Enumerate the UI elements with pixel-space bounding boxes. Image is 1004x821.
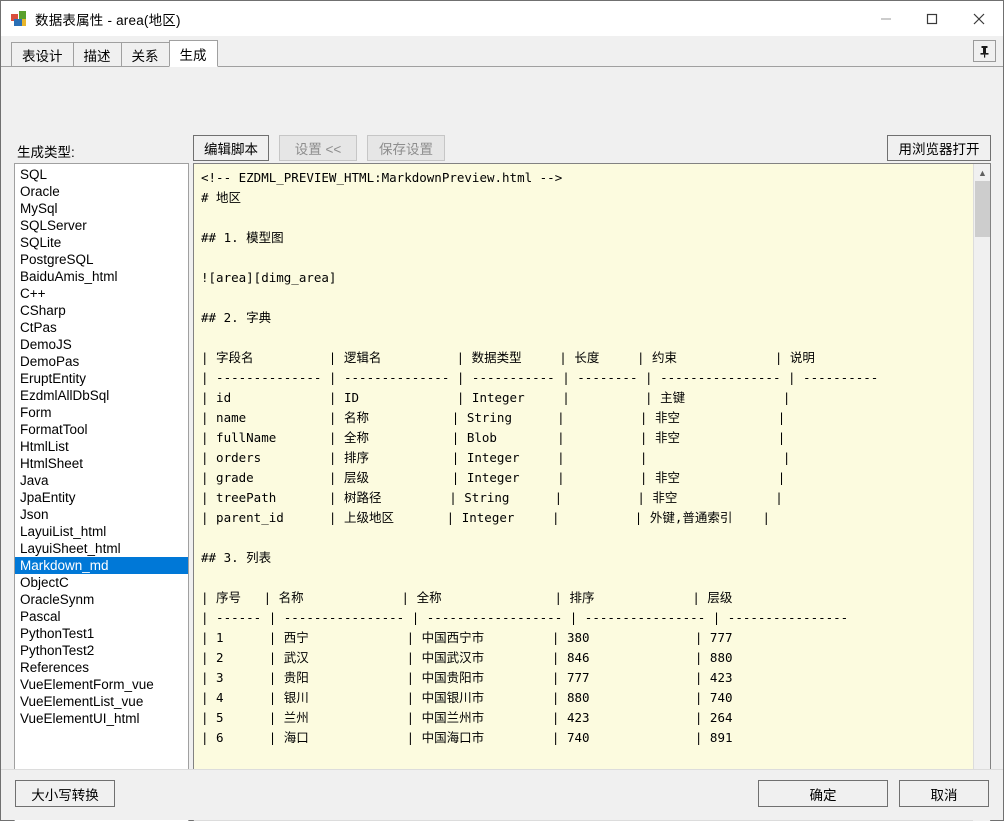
list-item[interactable]: DemoPas: [15, 353, 188, 370]
list-item[interactable]: Markdown_md: [15, 557, 188, 574]
editor-content[interactable]: <!-- EZDML_PREVIEW_HTML:MarkdownPreview.…: [194, 164, 878, 821]
list-item[interactable]: Pascal: [15, 608, 188, 625]
list-item[interactable]: PythonTest1: [15, 625, 188, 642]
list-item[interactable]: VueElementForm_vue: [15, 676, 188, 693]
list-item[interactable]: HtmlList: [15, 438, 188, 455]
generate-type-label: 生成类型:: [17, 145, 75, 160]
list-item[interactable]: HtmlSheet: [15, 455, 188, 472]
list-item[interactable]: SQLServer: [15, 217, 188, 234]
tab-label: 关系: [131, 48, 159, 64]
pin-icon[interactable]: [973, 40, 996, 62]
tab-label: 表设计: [22, 48, 63, 64]
list-item[interactable]: VueElementUI_html: [15, 710, 188, 727]
list-item[interactable]: References: [15, 659, 188, 676]
list-item[interactable]: DemoJS: [15, 336, 188, 353]
list-item[interactable]: FormatTool: [15, 421, 188, 438]
tab-table-design[interactable]: 表设计: [11, 42, 74, 67]
case-convert-button[interactable]: 大小写转换: [15, 780, 115, 807]
tab-label: 描述: [83, 48, 111, 64]
close-icon[interactable]: [955, 1, 1003, 36]
settings-button[interactable]: 设置 <<: [279, 135, 357, 161]
list-item[interactable]: OracleSynm: [15, 591, 188, 608]
tab-generate[interactable]: 生成: [168, 40, 218, 67]
list-item[interactable]: Oracle: [15, 183, 188, 200]
list-item[interactable]: SQL: [15, 166, 188, 183]
dialog-body: 生成类型: SQL Oracle MySql SQLServer SQLite Postg…: [1, 67, 1003, 821]
window-controls: [863, 1, 1003, 36]
list-item[interactable]: C++: [15, 285, 188, 302]
app-blocks-icon: [11, 10, 27, 27]
open-in-browser-button[interactable]: 用浏览器打开: [887, 135, 991, 161]
list-item[interactable]: Form: [15, 404, 188, 421]
vertical-scroll-thumb[interactable]: [975, 181, 990, 237]
title-bar: 数据表属性 - area(地区): [1, 1, 1003, 36]
generate-type-list[interactable]: SQL Oracle MySql SQLServer SQLite PostgreSQL B…: [14, 163, 189, 821]
list-item[interactable]: VueElementList_vue: [15, 693, 188, 710]
list-item[interactable]: JpaEntity: [15, 489, 188, 506]
edit-script-button[interactable]: 编辑脚本: [193, 135, 269, 161]
list-item[interactable]: CSharp: [15, 302, 188, 319]
editor-vertical-scrollbar[interactable]: ▲ ▼: [973, 164, 990, 820]
list-item[interactable]: CtPas: [15, 319, 188, 336]
dialog-window: 数据表属性 - area(地区) 表设计 描述 关系 生成 生成类型: SQL …: [0, 0, 1004, 821]
tab-relations[interactable]: 关系: [120, 42, 170, 67]
tab-strip: 表设计 描述 关系 生成: [1, 36, 1003, 67]
cancel-button[interactable]: 取消: [899, 780, 989, 807]
list-item[interactable]: SQLite: [15, 234, 188, 251]
window-title: 数据表属性 - area(地区): [35, 12, 181, 28]
list-item[interactable]: EruptEntity: [15, 370, 188, 387]
list-item[interactable]: ObjectC: [15, 574, 188, 591]
list-item[interactable]: LayuiList_html: [15, 523, 188, 540]
maximize-icon[interactable]: [909, 1, 955, 36]
tab-description[interactable]: 描述: [72, 42, 122, 67]
minimize-icon[interactable]: [863, 1, 909, 36]
tab-label: 生成: [179, 47, 207, 63]
save-settings-button[interactable]: 保存设置: [367, 135, 445, 161]
list-item[interactable]: EzdmlAllDbSql: [15, 387, 188, 404]
list-item[interactable]: Java: [15, 472, 188, 489]
dialog-footer: 大小写转换 确定 取消: [1, 769, 1003, 820]
list-item[interactable]: Json: [15, 506, 188, 523]
list-item[interactable]: PythonTest2: [15, 642, 188, 659]
list-item[interactable]: PostgreSQL: [15, 251, 188, 268]
ok-button[interactable]: 确定: [758, 780, 888, 807]
list-item[interactable]: BaiduAmis_html: [15, 268, 188, 285]
editor-toolbar: 编辑脚本 设置 << 保存设置 用浏览器打开: [193, 135, 991, 161]
list-item[interactable]: LayuiSheet_html: [15, 540, 188, 557]
list-item[interactable]: MySql: [15, 200, 188, 217]
script-editor[interactable]: <!-- EZDML_PREVIEW_HTML:MarkdownPreview.…: [193, 163, 991, 821]
list-items-container: SQL Oracle MySql SQLServer SQLite PostgreSQL B…: [15, 164, 188, 727]
chevron-up-icon[interactable]: ▲: [974, 164, 990, 181]
